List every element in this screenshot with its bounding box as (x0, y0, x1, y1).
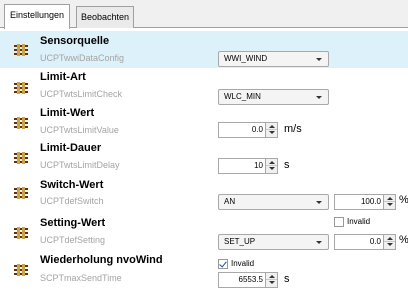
property-identifier: UCPTwwiDataConfig (40, 53, 125, 63)
property-identifier: UCPTwtsLimitValue (40, 125, 119, 135)
dropdown-value: WLC_MIN (224, 92, 261, 101)
spinner-value: 6553.5 (238, 275, 263, 284)
spinner-arrows-icon[interactable] (265, 159, 277, 173)
spinner-arrows-icon[interactable] (265, 123, 277, 137)
property-identifier: UCPTwtsLimitDelay (40, 160, 120, 170)
property-row-switch-wert[interactable]: Switch-Wert UCPTdefSwitch AN 100.0 % (0, 179, 408, 216)
dropdown-value: AN (224, 197, 236, 206)
property-name: Wiederholung nvoWind (40, 254, 163, 266)
property-icon (13, 82, 29, 94)
invalid-checkbox[interactable] (218, 259, 228, 269)
dropdown-value: WWI_WIND (224, 54, 268, 63)
properties-panel: Sensorquelle UCPTwwiDataConfig WWI_WIND … (0, 28, 408, 288)
spinner-value: 0.0 (369, 237, 381, 246)
property-name: Setting-Wert (40, 217, 106, 229)
tab-bar: Einstellungen Beobachten (0, 0, 408, 29)
limit-dauer-spinner[interactable]: 10 (218, 158, 278, 174)
spinner-arrows-icon[interactable] (383, 195, 395, 209)
chevron-down-icon (316, 58, 322, 61)
unit-label: % (399, 194, 408, 206)
property-name: Sensorquelle (40, 35, 110, 47)
tab-einstellungen[interactable]: Einstellungen (4, 4, 71, 29)
wiederholung-spinner[interactable]: 6553.5 (218, 272, 278, 288)
property-row-wiederholung-nvowind[interactable]: Wiederholung nvoWind SCPTmaxSendTime Inv… (0, 252, 408, 289)
property-icon (13, 44, 29, 56)
property-row-limit-art[interactable]: Limit-Art UCPTwtsLimitCheck WLC_MIN (0, 69, 408, 106)
chevron-down-icon (316, 241, 322, 244)
switch-wert-spinner[interactable]: 100.0 (334, 194, 396, 210)
unit-label: m/s (284, 123, 302, 135)
checkbox-label: Invalid (347, 217, 371, 226)
property-name: Limit-Dauer (40, 142, 102, 154)
spinner-value: 100.0 (360, 197, 381, 206)
property-name: Limit-Art (40, 71, 86, 83)
property-identifier: UCPTwtsLimitCheck (40, 89, 123, 99)
unit-label: s (284, 273, 290, 285)
unit-label: s (284, 159, 290, 171)
spinner-value: 10 (254, 161, 263, 170)
property-row-limit-dauer[interactable]: Limit-Dauer UCPTwtsLimitDelay 10 s (0, 142, 408, 179)
property-icon (13, 227, 29, 239)
property-row-limit-wert[interactable]: Limit-Wert UCPTwtsLimitValue 0.0 m/s (0, 107, 408, 144)
property-identifier: SCPTmaxSendTime (40, 273, 122, 283)
setting-wert-dropdown[interactable]: SET_UP (218, 234, 329, 250)
property-icon (13, 152, 29, 164)
sensorquelle-dropdown[interactable]: WWI_WIND (218, 51, 329, 67)
property-icon (13, 187, 29, 199)
dropdown-value: SET_UP (224, 237, 256, 246)
property-row-setting-wert[interactable]: Setting-Wert UCPTdefSetting Invalid SET_… (0, 216, 408, 253)
switch-wert-dropdown[interactable]: AN (218, 194, 329, 210)
limit-wert-spinner[interactable]: 0.0 (218, 122, 278, 138)
spinner-value: 0.0 (251, 125, 263, 134)
checkbox-label: Invalid (231, 259, 255, 268)
property-identifier: UCPTdefSwitch (40, 196, 104, 206)
setting-wert-spinner[interactable]: 0.0 (334, 234, 396, 250)
property-icon (13, 264, 29, 276)
tab-beobachten[interactable]: Beobachten (76, 6, 135, 28)
unit-label: % (399, 234, 408, 246)
property-identifier: UCPTdefSetting (40, 235, 106, 245)
property-name: Switch-Wert (40, 179, 104, 191)
property-name: Limit-Wert (40, 107, 95, 119)
property-row-sensorquelle[interactable]: Sensorquelle UCPTwwiDataConfig WWI_WIND (0, 31, 408, 68)
invalid-checkbox[interactable] (334, 217, 344, 227)
chevron-down-icon (316, 96, 322, 99)
limit-art-dropdown[interactable]: WLC_MIN (218, 89, 329, 105)
spinner-arrows-icon[interactable] (383, 235, 395, 249)
property-icon (13, 117, 29, 129)
chevron-down-icon (316, 201, 322, 204)
spinner-arrows-icon[interactable] (265, 273, 277, 287)
